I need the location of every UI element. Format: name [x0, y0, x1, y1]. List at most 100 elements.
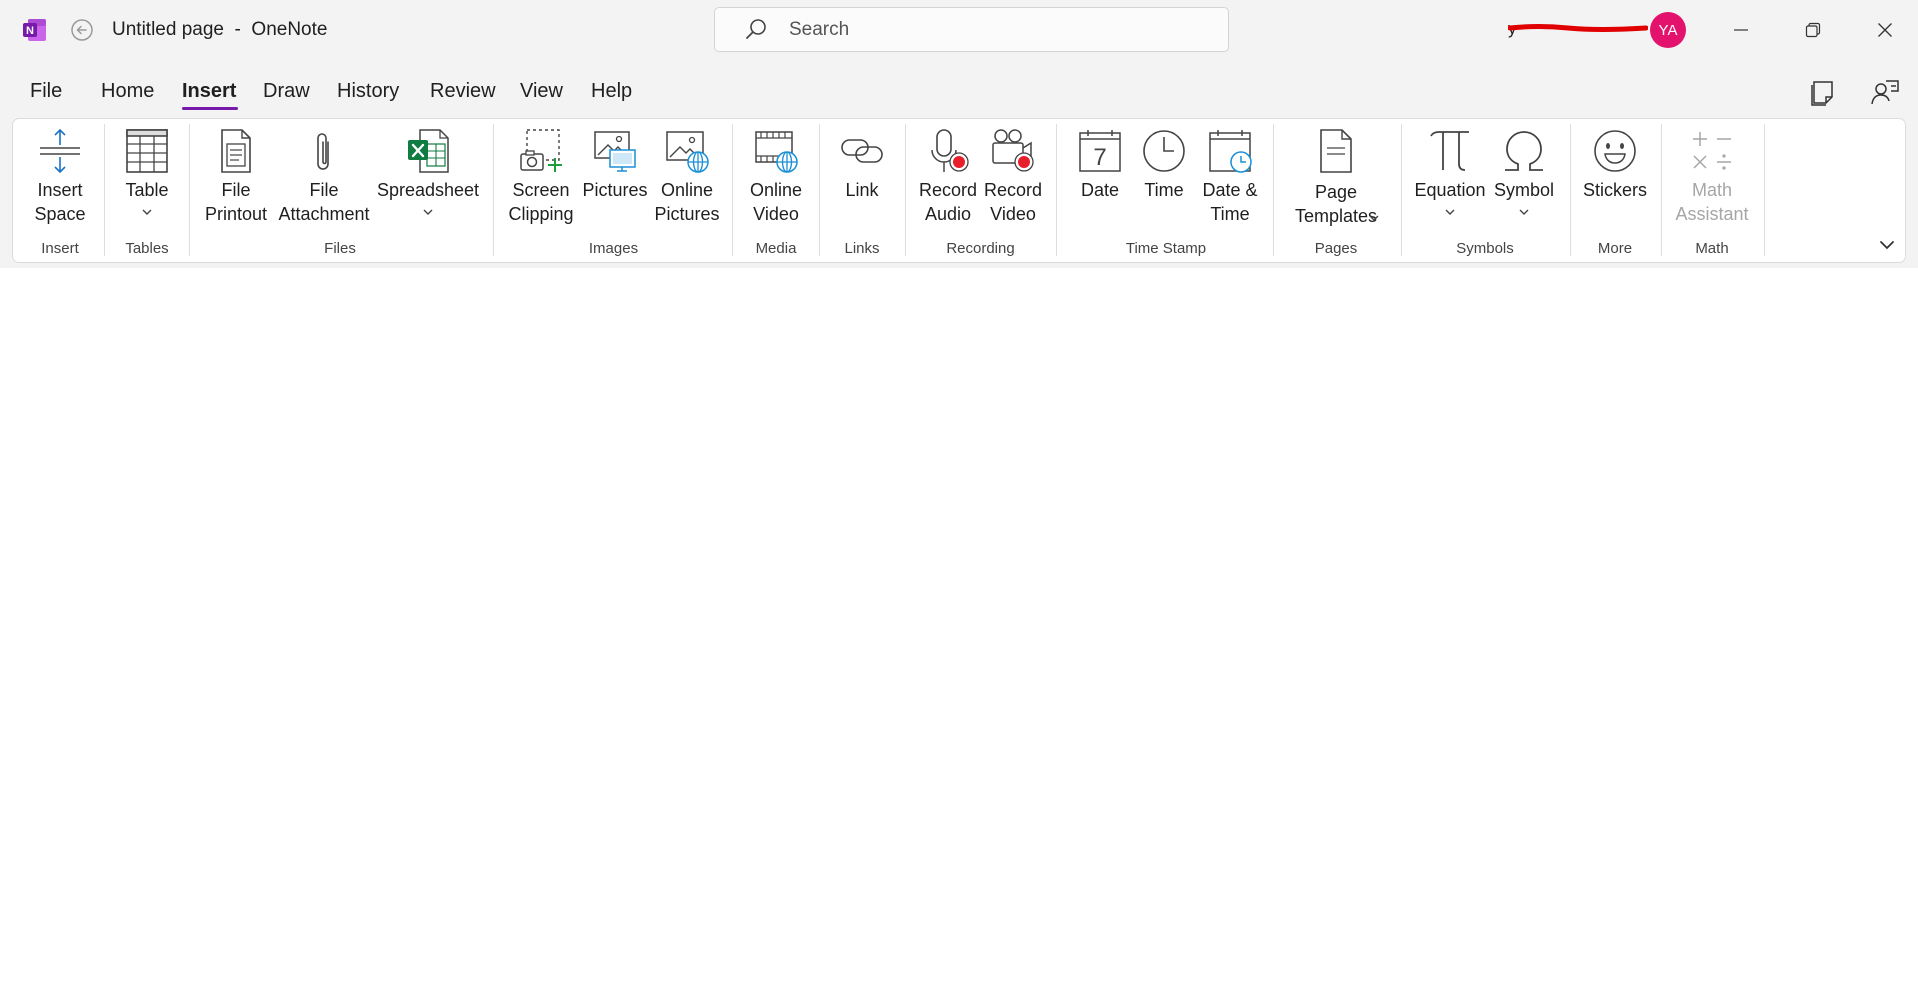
- screen-clipping-button[interactable]: Screen Clipping: [503, 126, 579, 236]
- file-printout-button[interactable]: File Printout: [200, 126, 272, 236]
- group-label-files: Files: [324, 240, 356, 257]
- group-separator: [104, 124, 105, 256]
- tab-home[interactable]: Home: [101, 80, 154, 103]
- ribbon-expand-chevron-icon[interactable]: [1876, 234, 1898, 256]
- time-label: Time: [1144, 180, 1184, 200]
- online-pictures-icon: [666, 131, 709, 173]
- record-audio-icon: [931, 129, 969, 172]
- symbol-button[interactable]: Symbol: [1488, 126, 1560, 236]
- back-button[interactable]: [68, 16, 96, 44]
- date-and-time-button[interactable]: Date & Time: [1194, 126, 1266, 236]
- record-audio-button[interactable]: Record Audio: [913, 126, 983, 236]
- math-operators-icon: [1693, 132, 1731, 170]
- minimize-button[interactable]: [1706, 0, 1776, 60]
- chevron-down-icon: [423, 209, 433, 215]
- math-assistant-button[interactable]: Math Assistant: [1668, 126, 1756, 236]
- stickers-button[interactable]: Stickers: [1578, 126, 1652, 236]
- equation-button[interactable]: Equation: [1410, 126, 1490, 236]
- group-separator: [1273, 124, 1274, 256]
- tab-history[interactable]: History: [337, 80, 399, 103]
- group-label-math: Math: [1695, 240, 1729, 257]
- group-separator: [1401, 124, 1402, 256]
- tab-help[interactable]: Help: [591, 80, 632, 103]
- pictures-button[interactable]: Pictures: [581, 126, 649, 236]
- symbol-label: Symbol: [1493, 180, 1555, 200]
- redaction-mark: [1508, 24, 1648, 32]
- insert-space-button[interactable]: Insert Space: [22, 126, 98, 236]
- table-icon: [126, 129, 168, 173]
- minimize-icon: [1734, 29, 1748, 31]
- group-label-symbols: Symbols: [1456, 240, 1514, 257]
- calendar-icon: 7: [1079, 130, 1121, 172]
- search-input[interactable]: [787, 17, 1211, 42]
- back-arrow-icon: [71, 19, 93, 41]
- close-button[interactable]: [1850, 0, 1918, 60]
- chevron-down-icon: [1445, 209, 1455, 215]
- link-label: Link: [845, 180, 879, 200]
- svg-text:N: N: [26, 25, 34, 37]
- table-button[interactable]: Table: [112, 126, 182, 236]
- tab-insert[interactable]: Insert: [182, 80, 236, 103]
- record-video-icon: [992, 129, 1034, 172]
- group-label-links: Links: [844, 240, 880, 257]
- time-button[interactable]: Time: [1130, 126, 1198, 236]
- online-video-label: Online Video: [749, 180, 803, 224]
- record-video-button[interactable]: Record Video: [978, 126, 1048, 236]
- record-video-label: Record Video: [983, 180, 1043, 224]
- file-printout-label: File Printout: [204, 180, 268, 224]
- group-separator: [905, 124, 906, 256]
- group-label-media: Media: [755, 240, 797, 257]
- file-attachment-label: File Attachment: [278, 180, 370, 224]
- pictures-icon: [594, 131, 636, 172]
- link-icon: [841, 139, 883, 163]
- online-video-button[interactable]: Online Video: [740, 126, 812, 236]
- tab-file[interactable]: File: [30, 80, 62, 103]
- date-button[interactable]: 7 Date: [1066, 126, 1134, 236]
- file-attachment-button[interactable]: File Attachment: [275, 126, 373, 236]
- share-icon[interactable]: [1870, 77, 1900, 107]
- group-label-recording: Recording: [946, 240, 1015, 257]
- table-label: Table: [125, 180, 169, 200]
- tab-review[interactable]: Review: [430, 80, 496, 103]
- page-template-icon: [1320, 129, 1352, 173]
- avatar[interactable]: YA: [1650, 12, 1686, 48]
- svg-text:7: 7: [1093, 144, 1106, 171]
- smiley-sticker-icon: [1594, 130, 1636, 172]
- group-label-images: Images: [588, 240, 639, 257]
- restore-button[interactable]: [1778, 0, 1848, 60]
- date-and-time-label: Date & Time: [1202, 180, 1258, 224]
- screen-clipping-label: Screen Clipping: [508, 180, 574, 224]
- group-separator: [1570, 124, 1571, 256]
- screen-clipping-icon: [520, 129, 562, 172]
- record-audio-label: Record Audio: [918, 180, 978, 224]
- online-pictures-button[interactable]: Online Pictures: [650, 126, 724, 236]
- chevron-down-icon: [142, 209, 152, 215]
- group-label-insert: Insert: [41, 240, 79, 257]
- group-separator: [1056, 124, 1057, 256]
- sticky-notes-icon[interactable]: [1807, 77, 1837, 107]
- onenote-logo-icon: N: [23, 19, 46, 41]
- omega-symbol-icon: [1505, 131, 1543, 171]
- date-label: Date: [1080, 180, 1120, 200]
- file-printout-icon: [221, 129, 251, 173]
- note-page-canvas[interactable]: [0, 268, 1918, 1000]
- equation-label: Equation: [1414, 180, 1486, 200]
- spreadsheet-button[interactable]: Spreadsheet: [376, 126, 480, 236]
- insert-space-icon: [40, 128, 80, 174]
- search-box[interactable]: [714, 7, 1229, 52]
- insert-space-label: Insert Space: [34, 180, 86, 224]
- math-assistant-label: Math Assistant: [1675, 180, 1749, 224]
- group-separator: [1661, 124, 1662, 256]
- calendar-clock-icon: [1209, 130, 1252, 173]
- title-bar: N Untitled page - OneNote y YA: [0, 0, 1918, 60]
- page-templates-button[interactable]: Page Templates: [1282, 126, 1390, 236]
- group-label-pages: Pages: [1314, 240, 1358, 257]
- clock-icon: [1143, 130, 1185, 172]
- search-icon: [746, 18, 766, 39]
- tab-view[interactable]: View: [520, 80, 563, 103]
- online-video-icon: [755, 131, 798, 173]
- group-label-more: More: [1597, 240, 1633, 257]
- group-label-time-stamp: Time Stamp: [1125, 240, 1207, 257]
- link-button[interactable]: Link: [828, 126, 896, 236]
- tab-draw[interactable]: Draw: [263, 80, 310, 103]
